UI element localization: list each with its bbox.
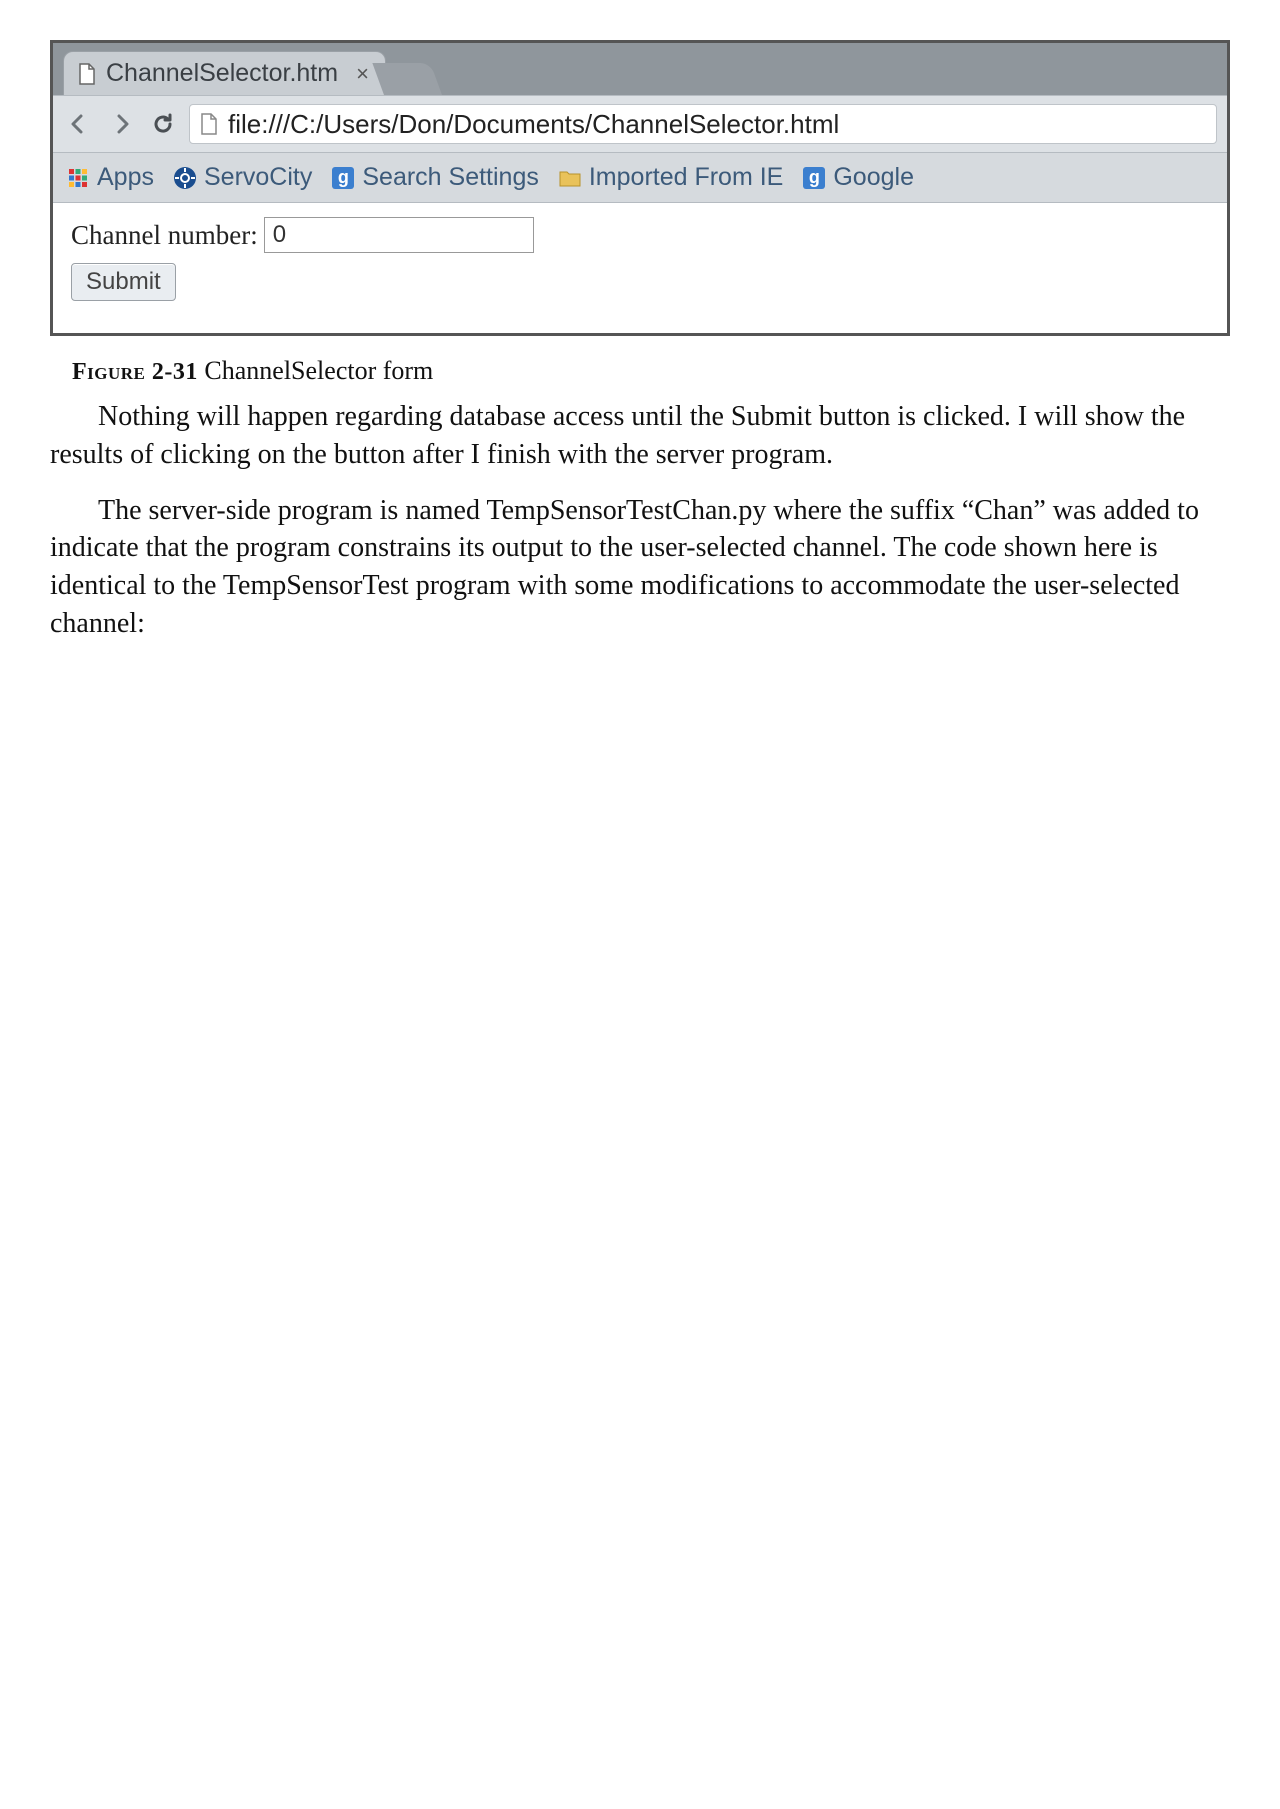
bookmark-label: Google [833, 163, 914, 192]
bookmarks-bar: Apps ServoCity g Search Settings Importe… [53, 153, 1227, 203]
bookmark-imported-from-ie[interactable]: Imported From IE [559, 163, 784, 192]
apps-icon [67, 167, 89, 189]
figure-caption: Figure 2-31 ChannelSelector form [72, 356, 1230, 386]
bookmark-label: Imported From IE [589, 163, 784, 192]
address-bar[interactable]: file:///C:/Users/Don/Documents/ChannelSe… [189, 104, 1217, 144]
url-text: file:///C:/Users/Don/Documents/ChannelSe… [228, 109, 839, 140]
channel-number-label: Channel number: [71, 220, 258, 251]
bookmark-label: Search Settings [362, 163, 539, 192]
browser-tab[interactable]: ChannelSelector.htm × [63, 51, 386, 95]
servocity-icon [174, 167, 196, 189]
new-tab-ghost[interactable] [372, 63, 442, 95]
submit-button[interactable]: Submit [71, 263, 176, 301]
body-paragraph: Nothing will happen regarding database a… [50, 398, 1230, 474]
channel-number-input[interactable] [264, 217, 534, 253]
reload-button[interactable] [147, 108, 179, 140]
bookmark-servocity[interactable]: ServoCity [174, 163, 312, 192]
close-tab-icon[interactable]: × [356, 61, 369, 87]
figure-number: 2-31 [152, 359, 198, 385]
page-icon [200, 113, 218, 135]
forward-button[interactable] [105, 108, 137, 140]
figure-label: Figure [72, 359, 145, 385]
rendered-page-content: Channel number: Submit [53, 203, 1227, 333]
file-page-icon [78, 63, 96, 85]
channel-form-row: Channel number: [71, 217, 1209, 253]
google-g-icon: g [332, 167, 354, 189]
bookmark-google[interactable]: g Google [803, 163, 914, 192]
back-button[interactable] [63, 108, 95, 140]
figure-text: ChannelSelector form [204, 356, 433, 385]
bookmark-apps[interactable]: Apps [67, 163, 154, 192]
browser-tab-strip: ChannelSelector.htm × [53, 43, 1227, 95]
bookmark-search-settings[interactable]: g Search Settings [332, 163, 539, 192]
bookmark-label: ServoCity [204, 163, 312, 192]
tab-title: ChannelSelector.htm [106, 59, 338, 88]
body-paragraph: The server-side program is named TempSen… [50, 492, 1230, 643]
google-g-icon: g [803, 167, 825, 189]
folder-icon [559, 167, 581, 189]
document-page: ChannelSelector.htm × file:///C:/Users/D… [0, 0, 1280, 701]
browser-nav-row: file:///C:/Users/Don/Documents/ChannelSe… [53, 95, 1227, 153]
browser-window-screenshot: ChannelSelector.htm × file:///C:/Users/D… [50, 40, 1230, 336]
bookmark-label: Apps [97, 163, 154, 192]
